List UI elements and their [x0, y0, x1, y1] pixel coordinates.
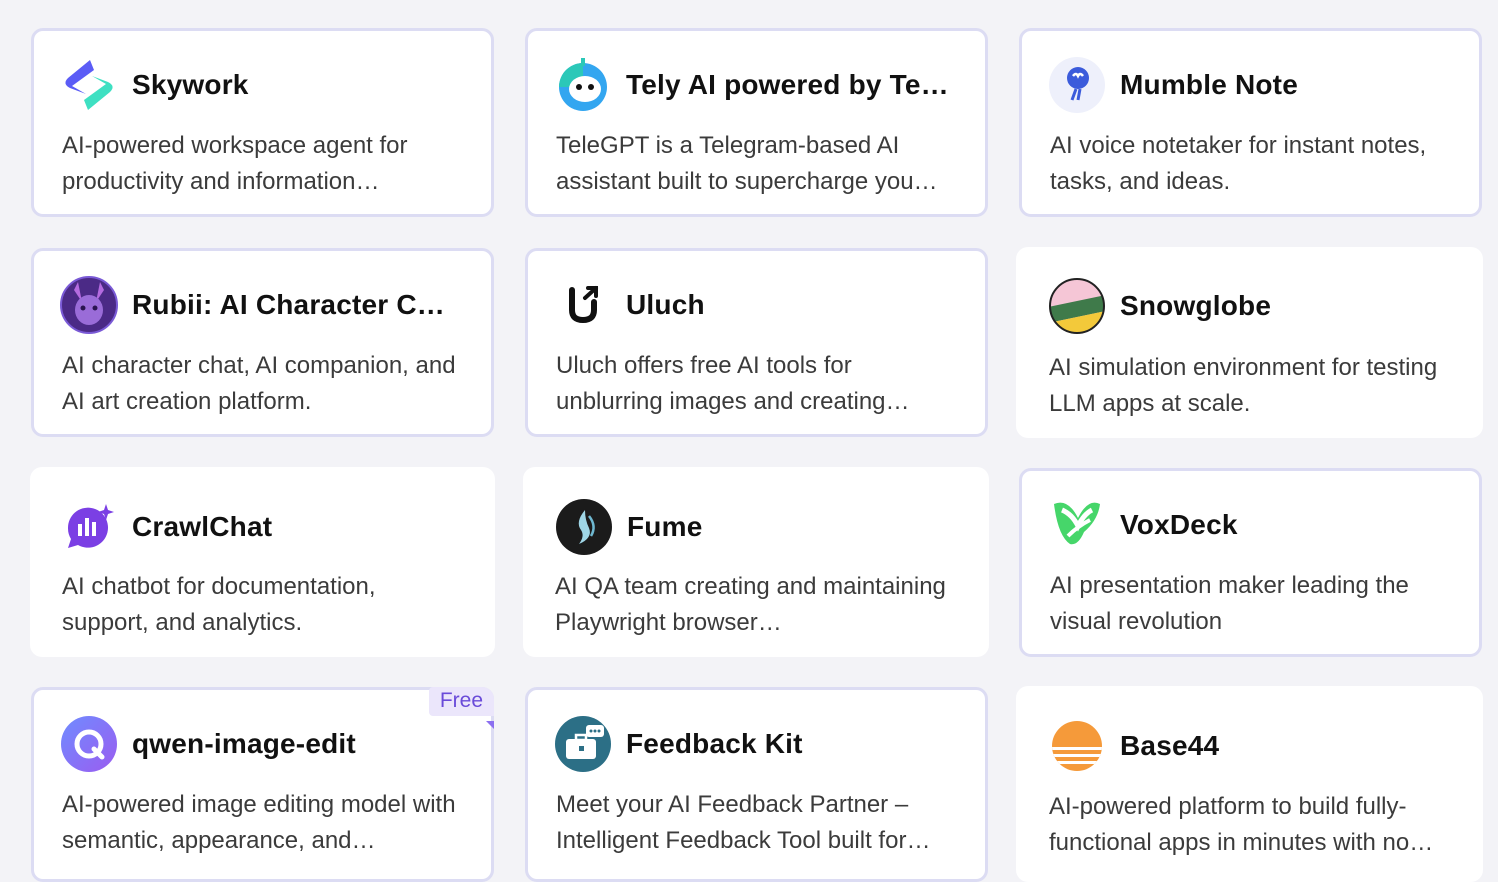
card-header: Mumble Note [1048, 53, 1453, 117]
card-title: Skywork [132, 69, 249, 100]
card-header: Fume [555, 495, 960, 559]
tool-card-uluch[interactable]: Uluch Uluch offers free AI tools for unb… [525, 248, 988, 437]
card-description: AI chatbot for documentation, support, a… [62, 573, 376, 636]
card-header: Base44 [1048, 714, 1454, 778]
fume-logo-icon [555, 498, 613, 556]
card-description: Meet your AI Feedback Partner – Intellig… [556, 791, 931, 854]
card-title: Rubii: AI Character C… [132, 289, 445, 320]
tool-card-qwen-image-edit[interactable]: Free qwen-image-edit AI-powered image ed… [31, 687, 494, 882]
base44-logo-icon [1048, 717, 1106, 775]
tool-card-tely[interactable]: Tely AI powered by Te… TeleGPT is a Tele… [525, 28, 988, 217]
uluch-logo-icon [554, 276, 612, 334]
qwen-logo-icon [60, 715, 118, 773]
card-description: Uluch offers free AI tools for unblurrin… [556, 352, 910, 415]
card-header: qwen-image-edit [60, 712, 465, 776]
badge-corner [486, 721, 494, 729]
tool-card-fume[interactable]: Fume AI QA team creating and maintaining… [523, 467, 989, 657]
card-title: Uluch [626, 289, 705, 320]
card-description: TeleGPT is a Telegram-based AI assistant… [556, 132, 938, 195]
card-header: Snowglobe [1048, 274, 1454, 338]
microphone-icon [1048, 56, 1106, 114]
briefcase-chat-icon [554, 715, 612, 773]
card-description: AI-powered workspace agent for productiv… [62, 132, 408, 195]
tool-card-mumble-note[interactable]: Mumble Note AI voice notetaker for insta… [1019, 28, 1482, 217]
card-description: AI-powered platform to build fully-funct… [1049, 793, 1434, 856]
card-header: Rubii: AI Character C… [60, 273, 465, 337]
card-title: Mumble Note [1120, 69, 1298, 100]
character-avatar-icon [60, 276, 118, 334]
card-header: Skywork [60, 53, 465, 117]
tool-card-skywork[interactable]: Skywork AI-powered workspace agent for p… [31, 28, 494, 217]
card-title: qwen-image-edit [132, 728, 356, 759]
card-description: AI-powered image editing model with sema… [62, 791, 456, 854]
tool-card-base44[interactable]: Base44 AI-powered platform to build full… [1016, 686, 1483, 882]
card-description: AI QA team creating and maintaining Play… [555, 573, 946, 636]
card-description: AI presentation maker leading the visual… [1050, 572, 1409, 635]
card-header: VoxDeck [1048, 493, 1453, 557]
skywork-logo-icon [60, 56, 118, 114]
card-title: Base44 [1120, 730, 1220, 761]
card-description: AI character chat, AI companion, and AI … [62, 352, 456, 415]
tool-card-snowglobe[interactable]: Snowglobe AI simulation environment for … [1016, 247, 1483, 438]
tool-card-voxdeck[interactable]: VoxDeck AI presentation maker leading th… [1019, 468, 1482, 657]
robot-icon [554, 56, 612, 114]
card-title: Feedback Kit [626, 728, 803, 759]
card-description: AI voice notetaker for instant notes, ta… [1050, 132, 1427, 195]
card-header: Tely AI powered by Te… [554, 53, 959, 117]
card-title: CrawlChat [132, 511, 273, 542]
card-header: CrawlChat [60, 495, 466, 559]
card-title: Tely AI powered by Te… [626, 69, 949, 100]
chat-analytics-icon [60, 498, 118, 556]
voxdeck-logo-icon [1048, 496, 1106, 554]
card-title: Snowglobe [1120, 290, 1272, 321]
tool-card-rubii[interactable]: Rubii: AI Character C… AI character chat… [31, 248, 494, 437]
globe-icon [1048, 277, 1106, 335]
card-header: Feedback Kit [554, 712, 959, 776]
tool-card-crawlchat[interactable]: CrawlChat AI chatbot for documentation, … [30, 467, 495, 657]
card-header: Uluch [554, 273, 959, 337]
card-title: VoxDeck [1120, 509, 1238, 540]
card-description: AI simulation environment for testing LL… [1049, 354, 1438, 417]
tool-card-grid: Skywork AI-powered workspace agent for p… [0, 0, 1498, 882]
card-title: Fume [627, 511, 703, 542]
tool-card-feedback-kit[interactable]: Feedback Kit Meet your AI Feedback Partn… [525, 687, 988, 882]
